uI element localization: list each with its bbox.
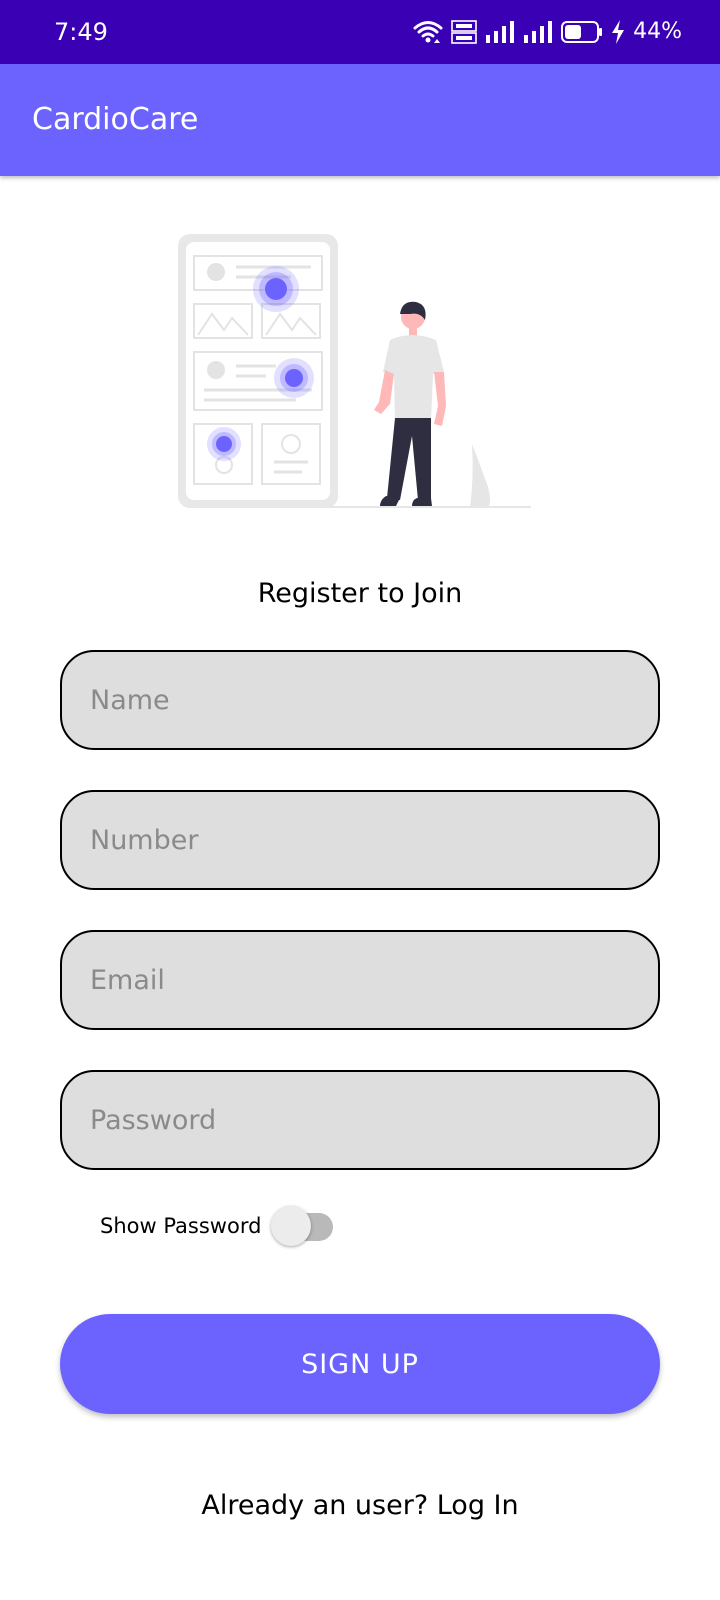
number-input[interactable] — [62, 792, 658, 888]
status-icons: 44% — [413, 16, 682, 48]
wifi-icon — [413, 19, 443, 45]
signal-icon — [485, 21, 515, 43]
battery-icon — [561, 21, 603, 43]
show-password-row: Show Password — [100, 1204, 337, 1248]
sign-up-button[interactable]: SIGN UP — [60, 1314, 660, 1414]
show-password-switch[interactable] — [269, 1204, 337, 1248]
app-title: CardioCare — [32, 102, 199, 137]
form-heading: Register to Join — [257, 578, 463, 609]
number-field[interactable] — [60, 790, 660, 890]
charging-icon — [611, 20, 625, 44]
register-illustration — [176, 232, 546, 522]
app-bar: CardioCare — [0, 64, 720, 176]
signal-icon — [523, 21, 553, 43]
status-bar: 7:49 44% — [0, 0, 720, 64]
name-input[interactable] — [62, 652, 658, 748]
volte-icon — [451, 20, 477, 44]
login-link[interactable]: Already an user? Log In — [201, 1490, 518, 1521]
show-password-label: Show Password — [100, 1214, 262, 1238]
password-field[interactable] — [60, 1070, 660, 1170]
email-input[interactable] — [62, 932, 658, 1028]
email-field[interactable] — [60, 930, 660, 1030]
login-prompt[interactable]: Already an user? Log In — [0, 1486, 720, 1526]
status-time: 7:49 — [54, 18, 108, 46]
name-field[interactable] — [60, 650, 660, 750]
battery-percent: 44% — [633, 19, 682, 44]
password-input[interactable] — [62, 1072, 658, 1168]
